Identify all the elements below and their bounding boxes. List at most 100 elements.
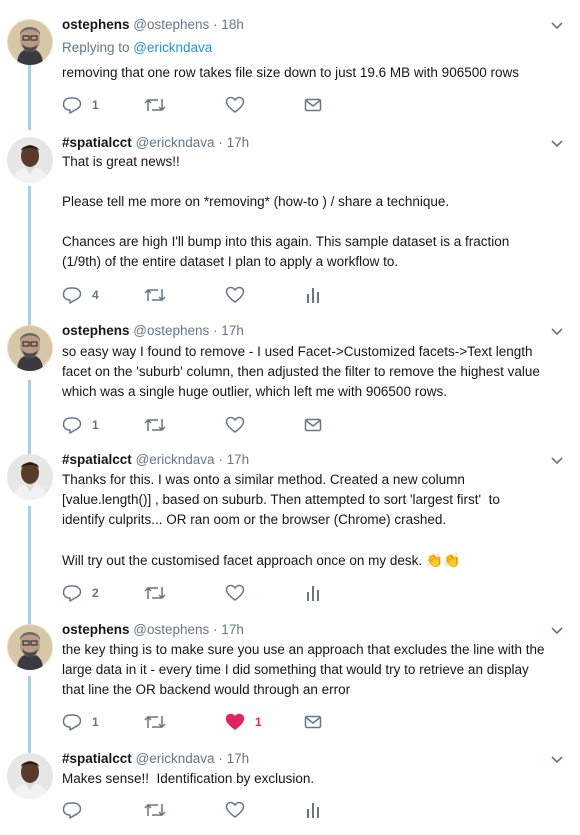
tweet-text: so easy way I found to remove - I used F… (62, 344, 540, 399)
chevron-down-icon[interactable] (550, 453, 564, 467)
user-handle[interactable]: @ostephens (133, 622, 209, 637)
tweet-actions: 4 (62, 286, 362, 304)
timestamp[interactable]: · 17h (213, 622, 244, 637)
user-handle[interactable]: @erickndava (136, 452, 215, 467)
envelope-icon (304, 715, 322, 729)
direct-message-button[interactable] (304, 416, 322, 434)
tweet-text: removing that one row takes file size do… (62, 65, 519, 80)
timestamp[interactable]: · 17h (218, 452, 249, 467)
thread-line (28, 62, 31, 130)
thread-line (28, 506, 31, 626)
timestamp[interactable]: · 17h (218, 135, 249, 150)
analytics-icon (307, 586, 319, 601)
reply-button[interactable]: 1 (62, 416, 99, 434)
heart-icon (225, 801, 245, 818)
direct-message-button[interactable] (304, 713, 322, 731)
avatar[interactable] (7, 137, 53, 183)
heart-icon (225, 584, 245, 601)
retweet-icon (144, 803, 166, 817)
tweet-text: Makes sense!! Identification by exclusio… (62, 771, 315, 786)
reply-button[interactable]: 1 (62, 713, 99, 731)
retweet-button[interactable] (144, 713, 176, 731)
timestamp[interactable]: · 17h (218, 751, 249, 766)
like-count: 1 (255, 715, 262, 729)
chevron-down-icon[interactable] (550, 18, 564, 32)
tweet-actions: 1 1 (62, 713, 362, 731)
retweet-button[interactable] (144, 801, 176, 819)
clapping-hands-emoji: 👏👏 (425, 552, 461, 568)
chevron-down-icon[interactable] (550, 623, 564, 637)
avatar[interactable] (7, 325, 53, 371)
user-handle[interactable]: @ostephens (133, 17, 209, 32)
direct-message-button[interactable] (304, 96, 322, 114)
avatar[interactable] (7, 19, 53, 65)
retweet-button[interactable] (144, 286, 176, 304)
chevron-down-icon[interactable] (550, 752, 564, 766)
analytics-button[interactable] (306, 286, 320, 304)
chevron-down-icon[interactable] (550, 136, 564, 150)
replying-to: Replying to @erickndava (62, 40, 212, 55)
retweet-icon (144, 586, 166, 600)
reply-icon (62, 714, 82, 731)
reply-button[interactable]: 1 (62, 96, 99, 114)
analytics-button[interactable] (306, 584, 320, 602)
retweet-button[interactable] (144, 96, 176, 114)
avatar[interactable] (7, 454, 53, 500)
like-button[interactable] (225, 584, 255, 602)
chevron-down-icon[interactable] (550, 324, 564, 338)
retweet-button[interactable] (144, 584, 176, 602)
display-name[interactable]: #spatialcct (62, 751, 132, 766)
envelope-icon (304, 418, 322, 432)
display-name[interactable]: ostephens (62, 17, 130, 32)
tweet-header: ostephens @ostephens · 18h (62, 16, 244, 34)
replying-to-label: Replying to (62, 40, 134, 55)
reply-count: 1 (92, 715, 99, 729)
analytics-button[interactable] (306, 801, 320, 819)
user-handle[interactable]: @erickndava (136, 135, 215, 150)
reply-icon (62, 97, 82, 114)
display-name[interactable]: #spatialcct (62, 135, 132, 150)
display-name[interactable]: ostephens (62, 323, 130, 338)
user-handle[interactable]: @erickndava (136, 751, 215, 766)
tweet-actions (62, 801, 362, 819)
reply-icon (62, 802, 82, 819)
thread-line (28, 186, 31, 326)
display-name[interactable]: #spatialcct (62, 452, 132, 467)
reply-button[interactable]: 4 (62, 286, 99, 304)
like-button[interactable] (225, 96, 255, 114)
reply-icon (62, 287, 82, 304)
tweet-text: That is great news!! Please tell me more… (62, 154, 510, 269)
tweet-actions: 1 (62, 96, 362, 114)
retweet-button[interactable] (144, 416, 176, 434)
retweet-icon (144, 418, 166, 432)
reply-button[interactable]: 2 (62, 584, 99, 602)
tweet-actions: 2 (62, 584, 362, 602)
heart-icon (225, 416, 245, 433)
retweet-icon (144, 288, 166, 302)
tweet-header: #spatialcct @erickndava · 17h (62, 750, 249, 768)
heart-icon (225, 96, 245, 113)
reply-count: 4 (92, 288, 99, 302)
tweet-header: ostephens @ostephens · 17h (62, 322, 244, 340)
tweet-header: ostephens @ostephens · 17h (62, 621, 244, 639)
like-button[interactable] (225, 801, 255, 819)
like-button[interactable] (225, 416, 255, 434)
timestamp[interactable]: · 17h (213, 323, 244, 338)
envelope-icon (304, 98, 322, 112)
reply-icon (62, 585, 82, 602)
reply-button[interactable] (62, 801, 92, 819)
avatar[interactable] (7, 753, 53, 799)
retweet-icon (144, 98, 166, 112)
tweet-header: #spatialcct @erickndava · 17h (62, 134, 249, 152)
avatar[interactable] (7, 624, 53, 670)
reply-count: 1 (92, 418, 99, 432)
timestamp[interactable]: · 18h (213, 17, 244, 32)
display-name[interactable]: ostephens (62, 622, 130, 637)
replying-to-link[interactable]: @erickndava (133, 40, 212, 55)
user-handle[interactable]: @ostephens (133, 323, 209, 338)
tweet-actions: 1 (62, 416, 362, 434)
reply-icon (62, 417, 82, 434)
like-button[interactable]: 1 (225, 713, 262, 731)
like-button[interactable] (225, 286, 255, 304)
tweet-text: Thanks for this. I was onto a similar me… (62, 470, 572, 571)
